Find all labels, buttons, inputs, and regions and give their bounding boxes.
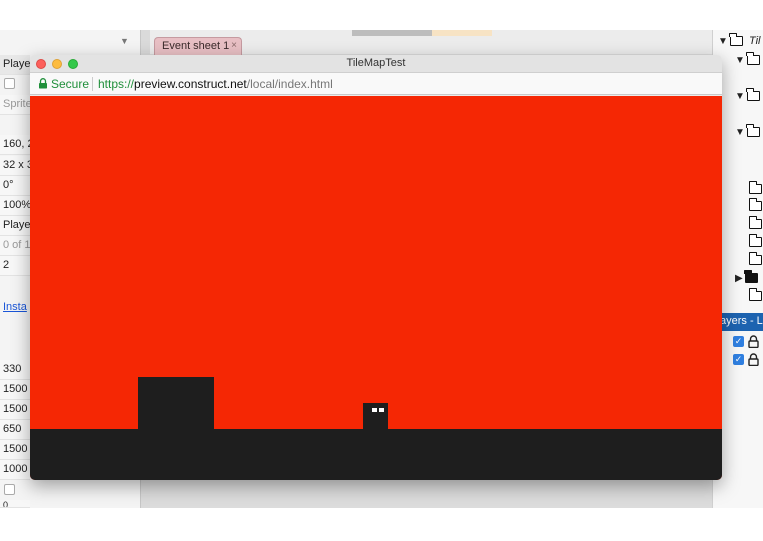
folder-icon [748, 216, 762, 230]
secure-lock-icon [39, 78, 47, 89]
instance-variables-link[interactable]: Insta [0, 298, 30, 318]
secure-label: Secure [51, 77, 90, 91]
folder-icon [744, 270, 758, 284]
prop-angle[interactable]: 0° [0, 176, 30, 196]
address-bar[interactable]: Secure https://preview.construct.net/loc… [30, 73, 722, 95]
folder-icon [729, 33, 743, 47]
url-path: /local/index.html [246, 77, 333, 91]
tree-folder-7[interactable] [748, 234, 762, 248]
tree-folder-10[interactable] [748, 288, 762, 302]
prop-value-1[interactable]: 330 [0, 360, 30, 380]
folder-icon [746, 124, 760, 138]
tree-root[interactable]: ▼ Til [718, 33, 761, 47]
prop-position[interactable]: 160, 2 [0, 135, 30, 155]
folder-icon [746, 52, 760, 66]
tree-folder-6[interactable] [748, 216, 762, 230]
player-sprite [363, 403, 388, 430]
chevron-down-icon[interactable]: ▼ [735, 91, 745, 102]
tab-label: Event sheet 1 [162, 40, 230, 52]
prop-size[interactable]: 32 x 3 [0, 156, 30, 176]
player-eye-left [372, 408, 377, 412]
tree-folder-3[interactable]: ▼ [735, 124, 760, 138]
tree-folder-2[interactable]: ▼ [735, 88, 760, 102]
solid-block [138, 377, 214, 430]
folder-icon [748, 252, 762, 266]
prop-plugin: Sprite [0, 95, 30, 115]
prop-value-7[interactable]: 0 [0, 500, 30, 508]
toolbar-strip-highlight [432, 30, 492, 36]
url-scheme: https:// [98, 77, 135, 91]
prop-layer[interactable]: Playe [0, 216, 30, 236]
tree-folder-8[interactable] [748, 252, 762, 266]
chevron-right-icon[interactable]: ▶ [735, 273, 743, 284]
chevron-down-icon[interactable]: ▼ [718, 36, 728, 47]
folder-icon [748, 288, 762, 302]
folder-icon [746, 88, 760, 102]
tree-folder-5[interactable] [748, 198, 762, 212]
window-title: TileMapTest [346, 57, 406, 69]
prop-value-2[interactable]: 1500 [0, 380, 30, 400]
prop-uid: 2 [0, 256, 30, 276]
tree-folder-1[interactable]: ▼ [735, 52, 760, 66]
address-divider [92, 77, 93, 91]
prop-value-4[interactable]: 650 [0, 420, 30, 440]
url-text[interactable]: https://preview.construct.net/local/inde… [98, 77, 333, 91]
ground-tiles [30, 429, 722, 480]
prop-value-5[interactable]: 1500 [0, 440, 30, 460]
collapse-icon[interactable]: ▼ [120, 36, 129, 46]
game-canvas[interactable] [30, 96, 722, 480]
window-titlebar[interactable]: TileMapTest [30, 55, 722, 73]
prop-checkbox[interactable] [4, 78, 15, 89]
layer-row[interactable]: ✓ [733, 353, 763, 368]
layer-row[interactable]: ✓ [733, 335, 763, 350]
layer-visible-checkbox[interactable]: ✓ [733, 354, 744, 365]
prop-checkbox-2[interactable] [4, 484, 15, 495]
tree-folder-9[interactable]: ▶ [735, 270, 758, 284]
close-icon[interactable]: × [231, 40, 237, 51]
tree-root-label: Til [748, 35, 761, 47]
preview-window: TileMapTest Secure https://preview.const… [30, 55, 722, 480]
folder-icon [748, 198, 762, 212]
folder-icon [748, 234, 762, 248]
tab-event-sheet-1[interactable]: Event sheet 1 × [154, 37, 242, 55]
chevron-down-icon[interactable]: ▼ [735, 55, 745, 66]
prop-value-3[interactable]: 1500 [0, 400, 30, 420]
toolbar-strip [352, 30, 432, 36]
lock-icon[interactable] [748, 335, 759, 348]
prop-opacity[interactable]: 100% [0, 196, 30, 216]
tree-folder-4[interactable] [748, 181, 762, 195]
lock-icon[interactable] [748, 353, 759, 366]
player-eye-right [379, 408, 384, 412]
layer-visible-checkbox[interactable]: ✓ [733, 336, 744, 347]
chevron-down-icon[interactable]: ▼ [735, 127, 745, 138]
prop-object-name: Playe [0, 55, 30, 75]
folder-icon [748, 181, 762, 195]
prop-value-6[interactable]: 1000 [0, 460, 30, 480]
url-host: preview.construct.net [134, 77, 247, 91]
prop-zindex: 0 of 1 [0, 236, 30, 256]
